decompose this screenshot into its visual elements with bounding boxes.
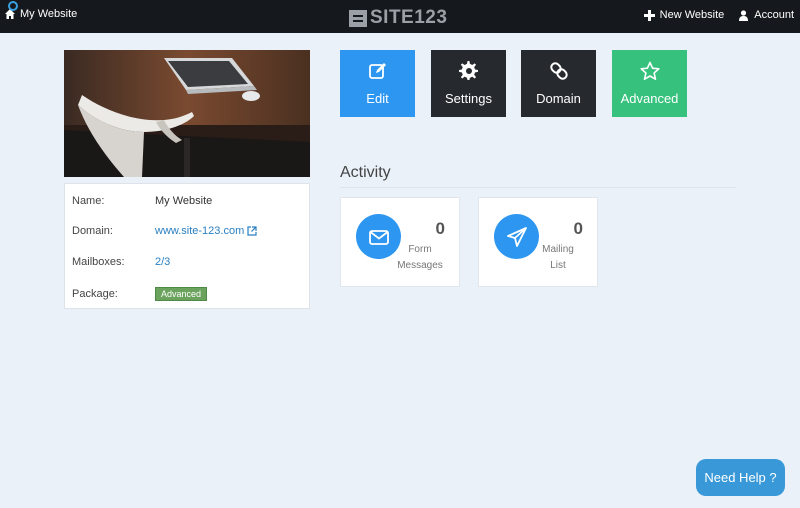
account-button[interactable]: Account: [738, 9, 794, 21]
edit-label: Edit: [366, 91, 389, 106]
mailing-list-card[interactable]: 0 Mailing List: [478, 197, 598, 287]
form-messages-count: 0: [435, 219, 445, 238]
star-icon: [639, 61, 660, 80]
info-label-mailboxes: Mailboxes:: [72, 256, 125, 268]
settings-button[interactable]: Settings: [431, 50, 506, 117]
mailing-list-label: Mailing List: [533, 242, 583, 274]
mailboxes-link[interactable]: 2/3: [155, 256, 170, 268]
info-value-name: My Website: [155, 195, 213, 207]
top-nav: New Website Account: [643, 9, 794, 21]
info-label-domain: Domain:: [72, 225, 113, 237]
info-row-domain: Domain: www.site-123.com: [72, 225, 257, 237]
brand-logo: SITE123: [349, 7, 447, 29]
gear-icon: [458, 61, 478, 80]
need-help-button[interactable]: Need Help ?: [696, 459, 785, 496]
domain-label: Domain: [536, 91, 581, 106]
account-label: Account: [754, 9, 794, 21]
domain-link[interactable]: www.site-123.com: [155, 225, 244, 237]
info-label-name: Name:: [72, 195, 105, 207]
form-messages-card[interactable]: 0 Form Messages: [340, 197, 460, 287]
activity-divider: [340, 187, 736, 188]
mailing-list-label-line1: Mailing: [542, 244, 574, 255]
advanced-label: Advanced: [620, 91, 679, 106]
form-messages-label-line1: Form: [408, 244, 432, 255]
loading-ring-icon: [8, 1, 18, 11]
mailing-list-label-line2: List: [550, 260, 566, 271]
website-info-card: Name: My Website Domain: www.site-123.co…: [64, 183, 310, 309]
edit-icon: [368, 63, 386, 79]
link-chain-icon: [549, 62, 568, 80]
advanced-button[interactable]: Advanced: [612, 50, 687, 117]
form-messages-label: Form Messages: [395, 242, 445, 274]
desk-illustration: [64, 50, 310, 177]
user-icon: [739, 9, 749, 21]
info-row-name: Name: My Website: [72, 195, 212, 207]
package-badge: Advanced: [155, 287, 208, 301]
info-row-package: Package: Advanced: [72, 287, 208, 301]
form-messages-label-line2: Messages: [397, 260, 443, 271]
mailing-list-count: 0: [573, 219, 583, 238]
brand-wordmark: SITE123: [370, 7, 448, 28]
top-bar: My Website SITE123 New Website Account: [0, 0, 800, 33]
brand-mark-icon: [349, 9, 367, 27]
plus-icon: [643, 9, 655, 21]
site-name: My Website: [20, 8, 78, 20]
info-label-package: Package:: [72, 288, 118, 300]
website-preview-image: [64, 50, 310, 177]
info-row-mailboxes: Mailboxes: 2/3: [72, 256, 170, 268]
settings-label: Settings: [445, 91, 492, 106]
edit-button[interactable]: Edit: [340, 50, 415, 117]
activity-heading: Activity: [340, 164, 391, 181]
domain-button[interactable]: Domain: [521, 50, 596, 117]
new-website-button[interactable]: New Website: [643, 9, 725, 21]
new-website-label: New Website: [659, 9, 725, 21]
external-link-icon[interactable]: [247, 226, 257, 236]
